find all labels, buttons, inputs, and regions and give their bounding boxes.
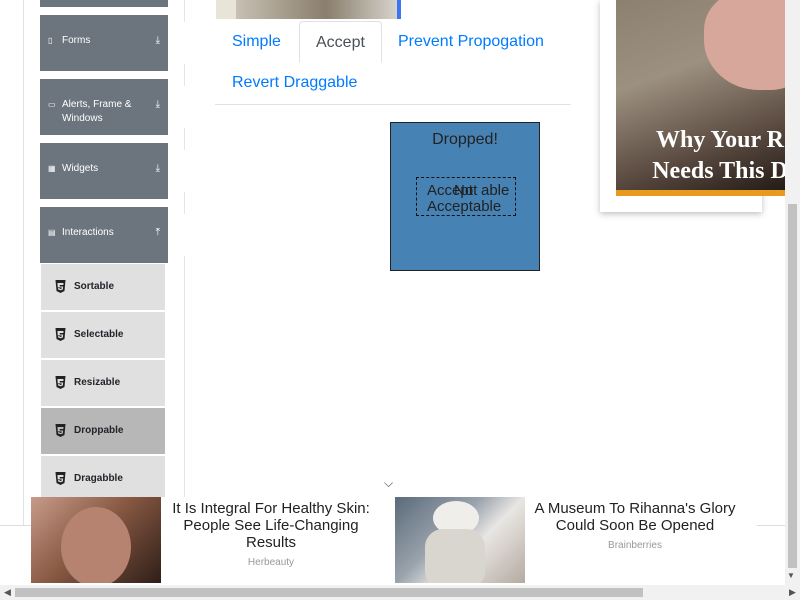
menu-item-label: Selectable	[74, 329, 124, 340]
vertical-scroll-thumb[interactable]	[788, 204, 797, 568]
file-icon: ▯	[48, 36, 53, 45]
acceptable-line: Acceptable	[427, 198, 502, 215]
ad-source-brainberries[interactable]: Brainberries	[527, 540, 743, 551]
group-label: Alerts, Frame & Windows	[62, 99, 132, 124]
menu-item-label: Dragabble	[74, 473, 123, 484]
scroll-down-arrow-icon[interactable]: ▼	[787, 571, 795, 580]
ad-accent-band	[616, 190, 800, 196]
chevron-down-icon[interactable]: ⌵	[384, 476, 393, 491]
group-header-elements[interactable]	[40, 0, 168, 7]
html5-icon	[55, 472, 66, 485]
group-label: Forms	[62, 35, 91, 46]
download-arrow-icon[interactable]: ⤓	[156, 99, 160, 110]
right-ad-headline[interactable]: Why Your R Needs This D	[620, 125, 800, 187]
upload-arrow-icon[interactable]: ⤒	[156, 227, 160, 238]
banner-image	[216, 0, 399, 19]
menu-item-sortable[interactable]: Sortable	[41, 263, 165, 310]
ad-thumbnail-skin[interactable]	[31, 497, 161, 583]
grid-icon: ▦	[48, 164, 56, 173]
group-header-interactions[interactable]: ▤ Interactions ⤒	[40, 207, 185, 263]
divider	[184, 214, 185, 256]
draggable-overlap[interactable]: Accept Not able Acceptable	[416, 177, 516, 216]
divider	[184, 86, 185, 128]
html5-icon	[55, 376, 66, 389]
menu-item-label: Droppable	[74, 425, 124, 436]
group-label: Widgets	[62, 163, 99, 174]
headline-line-1: Why Your R	[655, 127, 785, 153]
bottom-ad-bar: It Is Integral For Healthy Skin: People …	[31, 497, 757, 585]
group-header-widgets[interactable]: ▦ Widgets ⤓	[40, 143, 185, 199]
group-header-forms[interactable]: ▯ Forms ⤓	[40, 15, 185, 71]
drop-status: Dropped!	[432, 131, 498, 148]
sidebar-right-border	[184, 0, 185, 525]
group-label: Interactions	[62, 227, 114, 238]
tab-simple[interactable]: Simple	[216, 21, 297, 63]
menu-item-droppable[interactable]: Droppable	[41, 407, 165, 454]
headline-line-2: Needs This D	[652, 158, 788, 184]
menu-item-label: Resizable	[74, 377, 121, 388]
group-header-alerts[interactable]: ▭ Alerts, Frame & Windows ⤓	[40, 79, 185, 135]
menu-item-dragabble[interactable]: Dragabble	[41, 455, 165, 502]
horizontal-scroll-thumb[interactable]	[15, 588, 643, 597]
ad-title-skin[interactable]: It Is Integral For Healthy Skin: People …	[163, 500, 379, 551]
html5-icon	[55, 280, 66, 293]
tab-accept[interactable]: Accept	[299, 21, 382, 63]
menu-item-selectable[interactable]: Selectable	[41, 311, 165, 358]
banner-accent	[397, 0, 401, 19]
ad-title-rihanna[interactable]: A Museum To Rihanna's Glory Could Soon B…	[527, 500, 743, 534]
ad-source-herbeauty[interactable]: Herbeauty	[163, 557, 379, 568]
ad-gown	[425, 529, 485, 583]
download-arrow-icon[interactable]: ⤓	[156, 35, 160, 46]
able-suffix: able	[481, 182, 510, 199]
ad-face	[61, 507, 131, 583]
tab-list: Simple Accept Prevent Propogation Revert…	[215, 21, 571, 105]
ad-thumbnail-rihanna[interactable]	[395, 497, 525, 583]
divider	[184, 150, 185, 192]
divider	[184, 22, 185, 64]
tab-revert-draggable[interactable]: Revert Draggable	[216, 62, 373, 104]
menu-item-label: Sortable	[74, 281, 115, 292]
html5-icon	[55, 328, 66, 341]
list-icon: ▤	[48, 228, 56, 237]
not-acceptable-label: Not	[454, 182, 478, 199]
download-arrow-icon[interactable]: ⤓	[156, 163, 160, 174]
menu-item-resizable[interactable]: Resizable	[41, 359, 165, 406]
scroll-right-arrow-icon[interactable]: ▶	[789, 587, 796, 598]
tab-prevent-propogation[interactable]: Prevent Propogation	[382, 21, 560, 63]
window-icon: ▭	[48, 100, 56, 109]
content-left-border	[23, 0, 24, 525]
html5-icon	[55, 424, 66, 437]
scroll-left-arrow-icon[interactable]: ◀	[4, 587, 11, 598]
